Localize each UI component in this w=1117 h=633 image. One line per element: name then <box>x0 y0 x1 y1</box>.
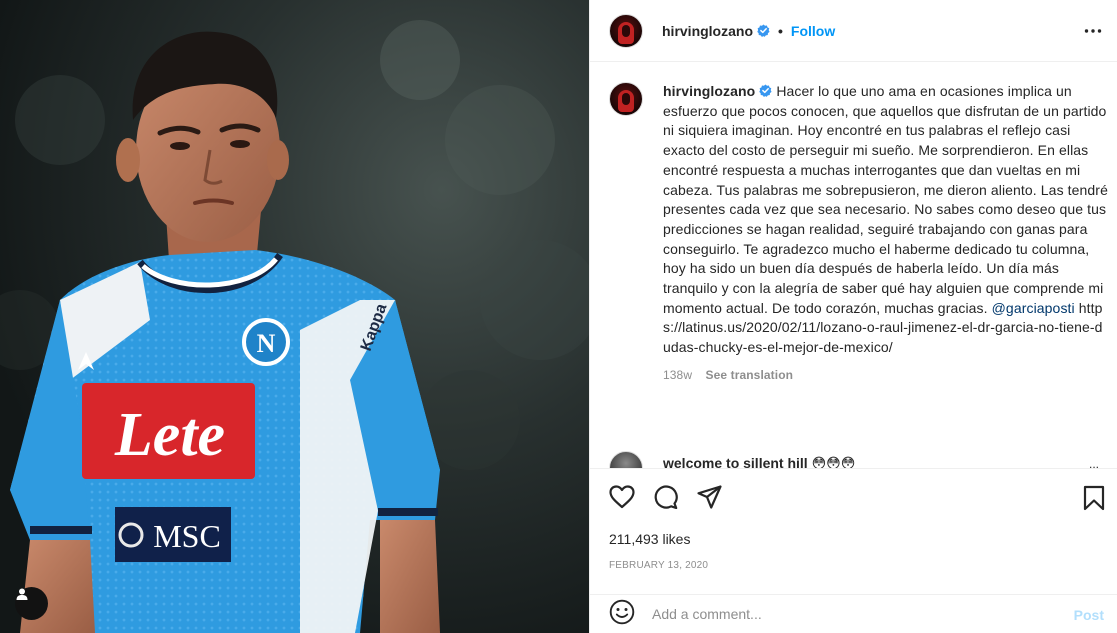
verified-badge-icon <box>757 24 770 37</box>
comment-input[interactable] <box>652 606 1052 622</box>
share-button[interactable] <box>697 485 723 514</box>
post-date[interactable]: FEBRUARY 13, 2020 <box>609 560 708 571</box>
add-comment-bar: Post <box>590 594 1117 633</box>
caption-message: Hacer lo que uno ama en ocasiones implic… <box>663 83 1108 316</box>
comment-bubble-icon <box>654 485 678 510</box>
header-user: hirvinglozano • Follow <box>662 23 835 39</box>
header-separator: • <box>778 22 783 39</box>
caption-mention-link[interactable]: @garciaposti <box>992 300 1075 316</box>
caption-meta: 138w See translation <box>663 366 1108 386</box>
likes-count[interactable]: 211,493 likes <box>609 531 690 547</box>
tagged-users-button[interactable] <box>15 587 48 620</box>
comment-item: welcome to sillent hill 😳😳😳 ... <box>609 451 1099 468</box>
comment-button[interactable] <box>653 485 679 514</box>
caption-text: hirvinglozano Hacer lo que uno ama en oc… <box>663 82 1108 358</box>
more-options-icon <box>1084 29 1102 33</box>
author-avatar[interactable] <box>609 13 643 48</box>
comments-section[interactable]: hirvinglozano Hacer lo que uno ama en oc… <box>590 63 1117 468</box>
bookmark-icon <box>1083 485 1105 511</box>
caption-body: hirvinglozano Hacer lo que uno ama en oc… <box>663 82 1108 386</box>
jersey-sponsor: Lete <box>114 401 225 469</box>
user-tag-icon <box>16 588 28 600</box>
caption-username[interactable]: hirvinglozano <box>663 83 755 99</box>
player-illustration: N Kappa Lete MSC <box>0 0 589 633</box>
emoji-button[interactable] <box>609 599 635 630</box>
like-button[interactable] <box>609 485 635 514</box>
action-icons <box>609 485 723 514</box>
heart-icon <box>609 485 635 509</box>
verified-badge-icon <box>759 84 772 97</box>
more-options-button[interactable] <box>1084 22 1102 45</box>
post-photo: N Kappa Lete MSC <box>0 0 589 633</box>
comment-more-button[interactable]: ... <box>1089 457 1099 468</box>
crest-letter: N <box>257 329 276 358</box>
author-username[interactable]: hirvinglozano <box>662 23 753 39</box>
post-header: hirvinglozano • Follow <box>590 0 1117 62</box>
commenter-avatar[interactable] <box>609 451 643 468</box>
follow-button[interactable]: Follow <box>791 23 835 39</box>
paper-plane-icon <box>697 485 722 509</box>
emoji-icon <box>609 599 635 624</box>
jersey-msc: MSC <box>153 518 221 554</box>
post-comment-button[interactable]: Post <box>1074 607 1104 623</box>
see-translation-button[interactable]: See translation <box>706 368 794 382</box>
save-button[interactable] <box>1083 485 1105 516</box>
comment-text: welcome to sillent hill 😳😳😳 <box>663 455 856 468</box>
caption: hirvinglozano Hacer lo que uno ama en oc… <box>609 82 1109 386</box>
post-age[interactable]: 138w <box>663 368 692 382</box>
post-sidebar: hirvinglozano • Follow hirvinglozano Hac… <box>589 0 1117 633</box>
caption-avatar[interactable] <box>609 82 643 116</box>
post-actions: 211,493 likes FEBRUARY 13, 2020 <box>590 468 1117 588</box>
